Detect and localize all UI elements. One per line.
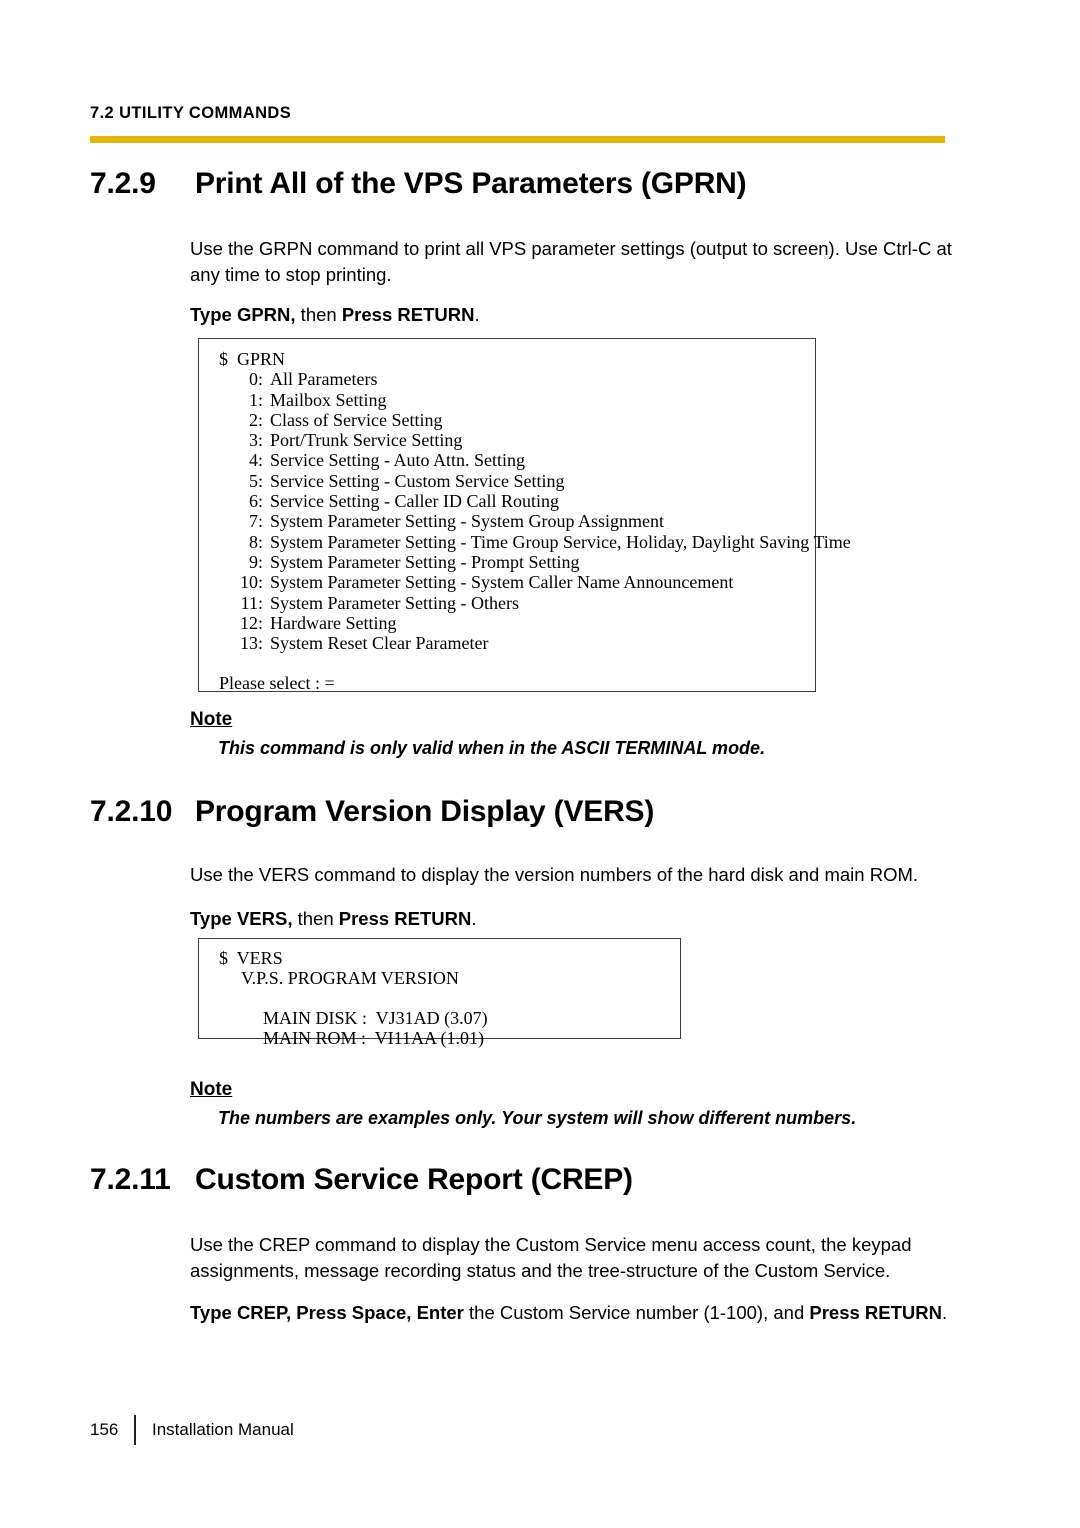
- menu-index: 11:: [240, 592, 263, 613]
- menu-index: 2:: [248, 409, 263, 430]
- menu-label: Port/Trunk Service Setting: [270, 430, 463, 451]
- vers-main-rom: MAIN ROM : VI11AA (1.01): [263, 1027, 485, 1048]
- menu-label: System Parameter Setting - System Caller…: [270, 572, 734, 593]
- gprn-menu-list: 0: All Parameters 1: Mailbox Setting 2: Cla…: [219, 369, 851, 653]
- section-number: 7.2.11: [90, 1163, 171, 1196]
- menu-index: 5:: [248, 470, 263, 491]
- menu-index: 7:: [248, 511, 263, 532]
- command-regular-period: .: [942, 1302, 948, 1323]
- menu-label: All Parameters: [270, 369, 378, 390]
- command-bold-type: Type CREP, Press Space, Enter: [190, 1302, 464, 1323]
- menu-item: 9: System Parameter Setting - Prompt Sett…: [219, 552, 815, 572]
- note-text-2: The numbers are examples only. Your syst…: [218, 1108, 857, 1128]
- command-bold-type: Type GPRN,: [190, 304, 296, 325]
- section-title: Custom Service Report (CREP): [195, 1163, 633, 1196]
- menu-index: 10:: [239, 572, 263, 593]
- menu-item: 10: System Parameter Setting - System Cal…: [219, 572, 815, 592]
- footer-divider: [134, 1415, 136, 1445]
- vers-main-disk: MAIN DISK : VJ31AD (3.07): [263, 1007, 488, 1028]
- menu-index: 8:: [248, 531, 263, 552]
- command-bold-type: Type VERS,: [190, 908, 293, 929]
- terminal-output-vers: $ VERS V.P.S. PROGRAM VERSION MAIN DISK …: [198, 938, 681, 1048]
- menu-item: 13: System Reset Clear Parameter: [219, 633, 815, 653]
- paragraph-gprn: Use the GRPN command to print all VPS pa…: [190, 238, 952, 285]
- menu-index: 1:: [248, 389, 263, 410]
- vers-title-line: V.P.S. PROGRAM VERSION: [241, 968, 459, 989]
- menu-item: 8: System Parameter Setting - Time Group …: [219, 531, 851, 552]
- menu-item: 7: System Parameter Setting - System Grou…: [219, 511, 815, 531]
- menu-item: 5: Service Setting - Custom Service Setti…: [219, 471, 815, 491]
- menu-item: 3: Port/Trunk Service Setting: [219, 430, 815, 450]
- command-bold-press-return: Press RETURN: [341, 304, 475, 325]
- menu-index: 9:: [248, 551, 263, 572]
- menu-label: Service Setting - Custom Service Setting: [270, 470, 565, 491]
- footer-page-number: 156: [90, 1420, 119, 1439]
- command-bold-press-return: Press RETURN: [809, 1302, 943, 1323]
- terminal-prompt-vers: $ VERS: [219, 948, 283, 968]
- section-heading-7-2-10: 7.2.10 Program Version Display (VERS): [90, 795, 654, 829]
- command-regular-period: .: [471, 908, 477, 929]
- menu-index: 3:: [248, 430, 263, 451]
- page-footer: 156 Installation Manual: [90, 1415, 294, 1445]
- terminal-prompt-gprn: $ GPRN: [219, 349, 286, 369]
- menu-item: 12: Hardware Setting: [219, 613, 815, 633]
- menu-index: 0:: [248, 369, 263, 390]
- menu-index: 6:: [248, 491, 263, 512]
- command-regular-period: .: [474, 304, 480, 325]
- command-regular-then: then: [295, 304, 342, 325]
- menu-label: Hardware Setting: [270, 612, 397, 633]
- menu-label: System Parameter Setting - System Group …: [270, 511, 664, 532]
- menu-index: 13:: [239, 633, 263, 654]
- command-instruction-crep: Type CREP, Press Space, Enter the Custom…: [190, 1300, 980, 1326]
- menu-item: 4: Service Setting - Auto Attn. Setting: [219, 450, 815, 470]
- command-regular-then: then: [292, 908, 339, 929]
- section-title: Print All of the VPS Parameters (GPRN): [195, 167, 747, 200]
- menu-label: System Parameter Setting - Time Group Se…: [270, 531, 851, 552]
- menu-label: System Reset Clear Parameter: [270, 633, 489, 654]
- running-header: 7.2 UTILITY COMMANDS: [90, 104, 292, 122]
- section-number: 7.2.9: [90, 167, 156, 200]
- paragraph-vers: Use the VERS command to display the vers…: [190, 864, 919, 885]
- menu-label: Mailbox Setting: [270, 389, 387, 410]
- menu-label: Service Setting - Auto Attn. Setting: [270, 450, 525, 471]
- section-number: 7.2.10: [90, 795, 173, 828]
- menu-item: 11: System Parameter Setting - Others: [219, 593, 815, 613]
- note-title-2: Note: [190, 1079, 233, 1100]
- command-bold-press-return: Press RETURN: [338, 908, 472, 929]
- section-heading-7-2-11: 7.2.11 Custom Service Report (CREP): [90, 1163, 633, 1197]
- menu-label: System Parameter Setting - Prompt Settin…: [270, 551, 580, 572]
- menu-item: 6: Service Setting - Caller ID Call Routi…: [219, 491, 815, 511]
- header-rule: [90, 136, 945, 143]
- command-instruction-vers: Type VERS, then Press RETURN.: [190, 906, 980, 932]
- menu-index: 12:: [239, 612, 263, 633]
- menu-index: 4:: [248, 450, 263, 471]
- command-regular-middle: the Custom Service number (1-100), and: [463, 1302, 810, 1323]
- note-text-1: This command is only valid when in the A…: [218, 738, 766, 758]
- menu-item: 2: Class of Service Setting: [219, 410, 815, 430]
- paragraph-crep: Use the CREP command to display the Cust…: [190, 1234, 912, 1281]
- menu-label: Service Setting - Caller ID Call Routing: [270, 491, 559, 512]
- document-page: 7.2 UTILITY COMMANDS 7.2.9 Print All of t…: [0, 0, 1080, 1528]
- terminal-output-gprn: $ GPRN 0: All Parameters 1: Mailbox Settin…: [198, 338, 851, 694]
- terminal-select-prompt: Please select : =: [219, 673, 335, 694]
- footer-manual-name: Installation Manual: [152, 1420, 294, 1439]
- section-heading-7-2-9: 7.2.9 Print All of the VPS Parameters (GP…: [90, 167, 747, 201]
- menu-item: 1: Mailbox Setting: [219, 390, 815, 410]
- section-title: Program Version Display (VERS): [195, 795, 655, 828]
- menu-item: 0: All Parameters: [219, 369, 815, 389]
- note-title-1: Note: [190, 709, 233, 730]
- menu-label: Class of Service Setting: [270, 409, 443, 430]
- menu-label: System Parameter Setting - Others: [270, 592, 519, 613]
- command-instruction-gprn: Type GPRN, then Press RETURN.: [190, 302, 980, 328]
